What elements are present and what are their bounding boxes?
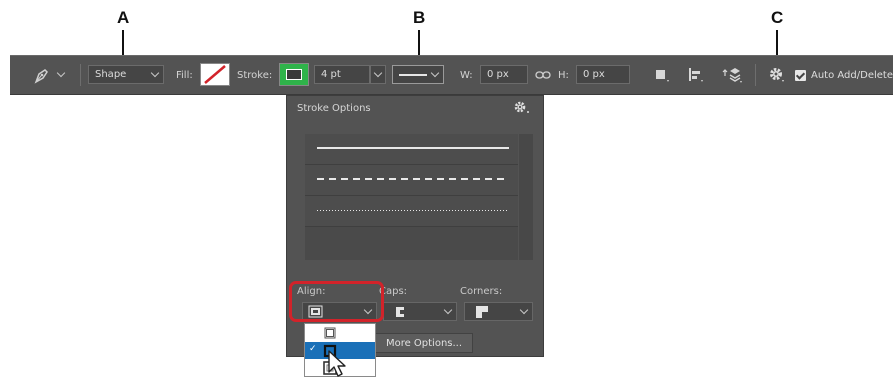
stroke-width-field[interactable]: 4 pt [314,65,370,84]
cursor-arrow-icon [328,350,346,377]
tool-mode-value: Shape [95,69,127,80]
width-field[interactable]: 0 px [480,65,528,84]
toolbar-divider [80,64,81,86]
width-value: 0 px [487,69,509,80]
fill-label: Fill: [176,69,193,81]
stroke-width-value: 4 pt [321,69,341,80]
chevron-down-icon [430,68,440,78]
chevron-down-icon [373,68,383,78]
height-value: 0 px [583,69,605,80]
auto-add-delete-checkbox[interactable]: Auto Add/Delete [795,56,893,94]
chevron-down-icon [56,68,66,78]
height-field[interactable]: 0 px [576,65,630,84]
stroke-width-dropdown[interactable] [370,65,386,84]
more-options-button[interactable]: More Options... [375,333,473,353]
toolbar-divider [755,64,756,86]
stroke-style-scrollbar[interactable] [519,134,533,260]
stroke-style-dashed[interactable] [305,165,518,196]
chevron-down-icon [150,68,160,78]
corners-dropdown[interactable] [464,302,533,321]
panel-title: Stroke Options [297,103,371,114]
stroke-type-preview [399,74,427,76]
no-fill-icon [204,65,226,84]
callout-a: A [117,8,130,27]
tool-mode-select[interactable]: Shape [88,65,164,84]
align-highlight-outline [289,281,384,322]
callout-b: B [413,8,426,27]
caps-dropdown[interactable] [383,302,457,321]
path-arrangement-icon[interactable] [721,56,743,94]
corner-style-icon [476,306,488,318]
check-icon: ✓ [309,344,317,354]
align-inside-icon [324,327,336,339]
stroke-style-solid[interactable] [305,134,518,165]
chevron-down-icon [519,305,529,315]
width-label: W: [460,69,473,81]
gear-icon[interactable] [768,56,786,94]
height-label: H: [558,69,569,81]
auto-add-delete-label: Auto Add/Delete [811,69,893,81]
align-option-inside[interactable] [305,324,375,341]
path-alignment-icon[interactable] [687,56,705,94]
fill-swatch[interactable] [200,63,230,86]
stroke-style-dotted[interactable] [305,196,518,227]
link-icon[interactable] [535,56,551,94]
stroke-label: Stroke: [237,69,273,81]
stroke-style-list [305,134,518,260]
stroke-swatch-inner [286,69,302,80]
panel-gear-icon[interactable] [513,100,533,120]
chevron-down-icon [443,305,453,315]
pen-tool-icon [34,69,48,84]
cap-style-icon [396,307,406,317]
corners-label: Corners: [460,286,503,297]
callout-c: C [771,8,784,27]
options-bar: Shape Fill: Stroke: 4 pt W: 0 px H: 0 px [10,55,893,95]
checkbox-checked-icon [795,69,806,81]
stroke-type-button[interactable] [392,65,444,84]
tool-preset-picker[interactable] [32,56,72,94]
path-operations-icon[interactable] [654,56,670,94]
stroke-swatch[interactable] [279,63,309,86]
